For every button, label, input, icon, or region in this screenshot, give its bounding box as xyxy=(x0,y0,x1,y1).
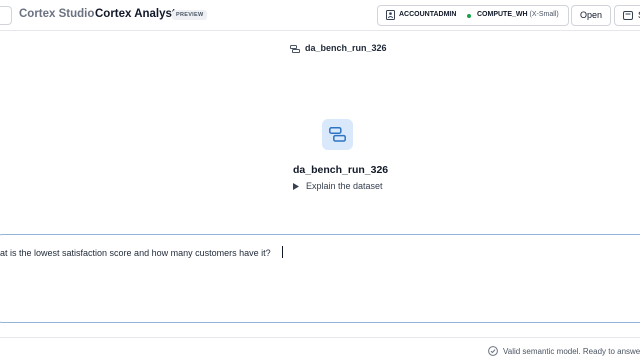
status-message: Valid semantic model. Ready to answer xyxy=(503,347,640,356)
page-title: Cortex Analyst xyxy=(95,8,176,20)
semantic-model-tile xyxy=(322,119,353,150)
open-button[interactable]: Open xyxy=(571,5,611,26)
save-icon xyxy=(623,11,633,20)
semantic-model-icon xyxy=(290,45,300,53)
text-caret xyxy=(282,246,283,258)
back-button[interactable] xyxy=(0,6,12,25)
warehouse-name: COMPUTE_WH xyxy=(477,11,528,18)
app-name[interactable]: Cortex Studio xyxy=(19,8,94,20)
role-icon xyxy=(386,10,395,20)
preview-badge: PREVIEW xyxy=(172,10,208,20)
warehouse-size: (X-Small) xyxy=(529,11,559,18)
semantic-model-top-label: da_bench_run_326 xyxy=(305,43,387,53)
caret-right-icon xyxy=(293,183,299,190)
explain-dataset-label: Explain the dataset xyxy=(306,181,383,191)
header-bar: Cortex Studio Cortex Analyst PREVIEW ACC… xyxy=(0,0,640,31)
semantic-model-name: da_bench_run_326 xyxy=(293,164,389,176)
chat-input-text[interactable]: at is the lowest satisfaction score and … xyxy=(0,248,271,258)
check-circle-icon xyxy=(488,346,498,356)
save-button[interactable]: S xyxy=(614,5,640,26)
semantic-model-icon xyxy=(329,127,346,142)
warehouse-status-icon xyxy=(467,14,471,18)
role-label: ACCOUNTADMIN xyxy=(399,11,457,18)
context-selector[interactable]: ACCOUNTADMIN COMPUTE_WH (X-Small) xyxy=(377,5,569,26)
warehouse-label: COMPUTE_WH (X-Small) xyxy=(477,11,559,18)
